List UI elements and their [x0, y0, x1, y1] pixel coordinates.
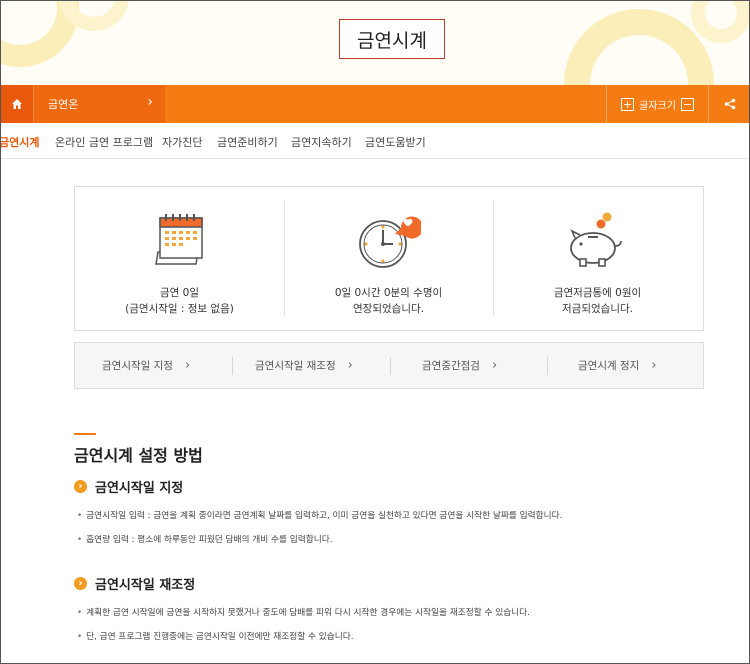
section-heading: › 금연시작일 재조정 [74, 574, 195, 593]
set-start-date-button[interactable]: 금연시작일 지정 › [102, 343, 190, 388]
savings-text-2: 저금되었습니다. [562, 303, 633, 315]
calendar-icon [154, 214, 203, 265]
chevron-right-icon: › [491, 358, 498, 373]
list-item: 계획한 금연 시작일에 금연을 시작하지 못했거나 중도에 담배를 피워 다시 … [77, 605, 530, 618]
guide-title: 금연시계 설정 방법 [74, 446, 203, 465]
piggy-bank-icon [569, 212, 622, 267]
list-item: 단, 금연 프로그램 진행중에는 금연시작일 이전에만 재조정할 수 있습니다. [77, 629, 353, 642]
share-button[interactable] [709, 85, 749, 123]
chevron-right-icon: › [74, 577, 87, 590]
quit-days-text: 금연 0일 [160, 287, 199, 299]
stats-panel: 금연 0일 (금연시작일 : 정보 없음) 0일 0시간 0분의 수명이 연장되… [74, 186, 704, 331]
section-accent-line [74, 433, 96, 435]
action-label: 금연시작일 지정 [102, 360, 173, 372]
section-heading-text: 금연시작일 재조정 [95, 578, 196, 593]
tab-get-help[interactable]: 금연도움받기 [365, 134, 426, 150]
stat-savings: 금연저금통에 0원이 저금되었습니다. [493, 187, 702, 330]
list-item: 금연시작일 입력 : 금연을 계획 중이라면 금연계획 날짜를 입력하고, 이미… [77, 508, 562, 521]
tab-smoking-clock[interactable]: 금연시계 [1, 134, 39, 150]
life-extension-text-2: 연장되었습니다. [353, 303, 424, 315]
action-label: 금연시작일 재조정 [255, 360, 336, 372]
share-icon [724, 98, 736, 110]
font-size-label: 글자크기 [639, 100, 676, 112]
action-label: 금연시계 정지 [578, 360, 640, 372]
chevron-right-icon: › [74, 480, 87, 493]
breadcrumb-menu[interactable]: 금연온 › [33, 85, 165, 123]
chevron-right-icon: › [651, 358, 657, 373]
home-icon [12, 99, 22, 109]
header: 금연시계 [1, 1, 749, 85]
section-heading-text: 금연시작일 지정 [95, 481, 184, 496]
action-label: 금연중간점검 [422, 360, 480, 372]
font-size-increase-button[interactable]: + [621, 97, 635, 111]
list-item: 흡연량 입력 : 평소에 하루동안 피웠던 담배의 개비 수를 입력합니다. [77, 532, 332, 545]
font-size-control: + 글자크기 − [606, 85, 709, 123]
stat-quit-days: 금연 0일 (금연시작일 : 정보 없음) [75, 187, 284, 330]
stop-clock-button[interactable]: 금연시계 정지 › [578, 343, 657, 388]
home-button[interactable] [1, 85, 33, 123]
tab-self-diagnosis[interactable]: 자가진단 [162, 134, 202, 150]
divider [232, 357, 233, 375]
action-bar: 금연시작일 지정 › 금연시작일 재조정 › 금연중간점검 › 금연시계 정지 › [74, 342, 704, 389]
chevron-right-icon: › [184, 358, 191, 373]
divider [547, 357, 548, 375]
midterm-check-button[interactable]: 금연중간점검 › [422, 343, 497, 388]
tab-continue[interactable]: 금연지속하기 [291, 134, 352, 150]
chevron-right-icon: › [147, 94, 153, 110]
divider [390, 357, 391, 375]
font-size-decrease-button[interactable]: − [680, 97, 694, 111]
top-nav-bar: 금연온 › + 글자크기 − [1, 85, 749, 123]
section-heading: › 금연시작일 지정 [74, 477, 183, 496]
tab-prepare[interactable]: 금연준비하기 [217, 134, 278, 150]
clock-heart-icon [358, 216, 421, 268]
readjust-start-date-button[interactable]: 금연시작일 재조정 › [255, 343, 353, 388]
sub-tabs: 금연시계 온라인 금연 프로그램 자가진단 금연준비하기 금연지속하기 금연도움… [1, 123, 749, 159]
life-extension-text: 0일 0시간 0분의 수명이 [334, 287, 443, 299]
page: 금연시계 금연온 › + 글자크기 − 금연시계 온라인 금연 프로그램 자가진… [0, 0, 750, 664]
tab-online-program[interactable]: 온라인 금연 프로그램 [55, 134, 153, 150]
stat-life-extension: 0일 0시간 0분의 수명이 연장되었습니다. [284, 187, 493, 330]
decorative-circle [691, 1, 749, 43]
savings-text: 금연저금통에 0원이 [553, 287, 642, 299]
chevron-right-icon: › [347, 358, 353, 373]
breadcrumb-label: 금연온 [48, 98, 79, 111]
quit-start-date-text: (금연시작일 : 정보 없음) [125, 303, 234, 315]
page-title: 금연시계 [339, 19, 445, 59]
